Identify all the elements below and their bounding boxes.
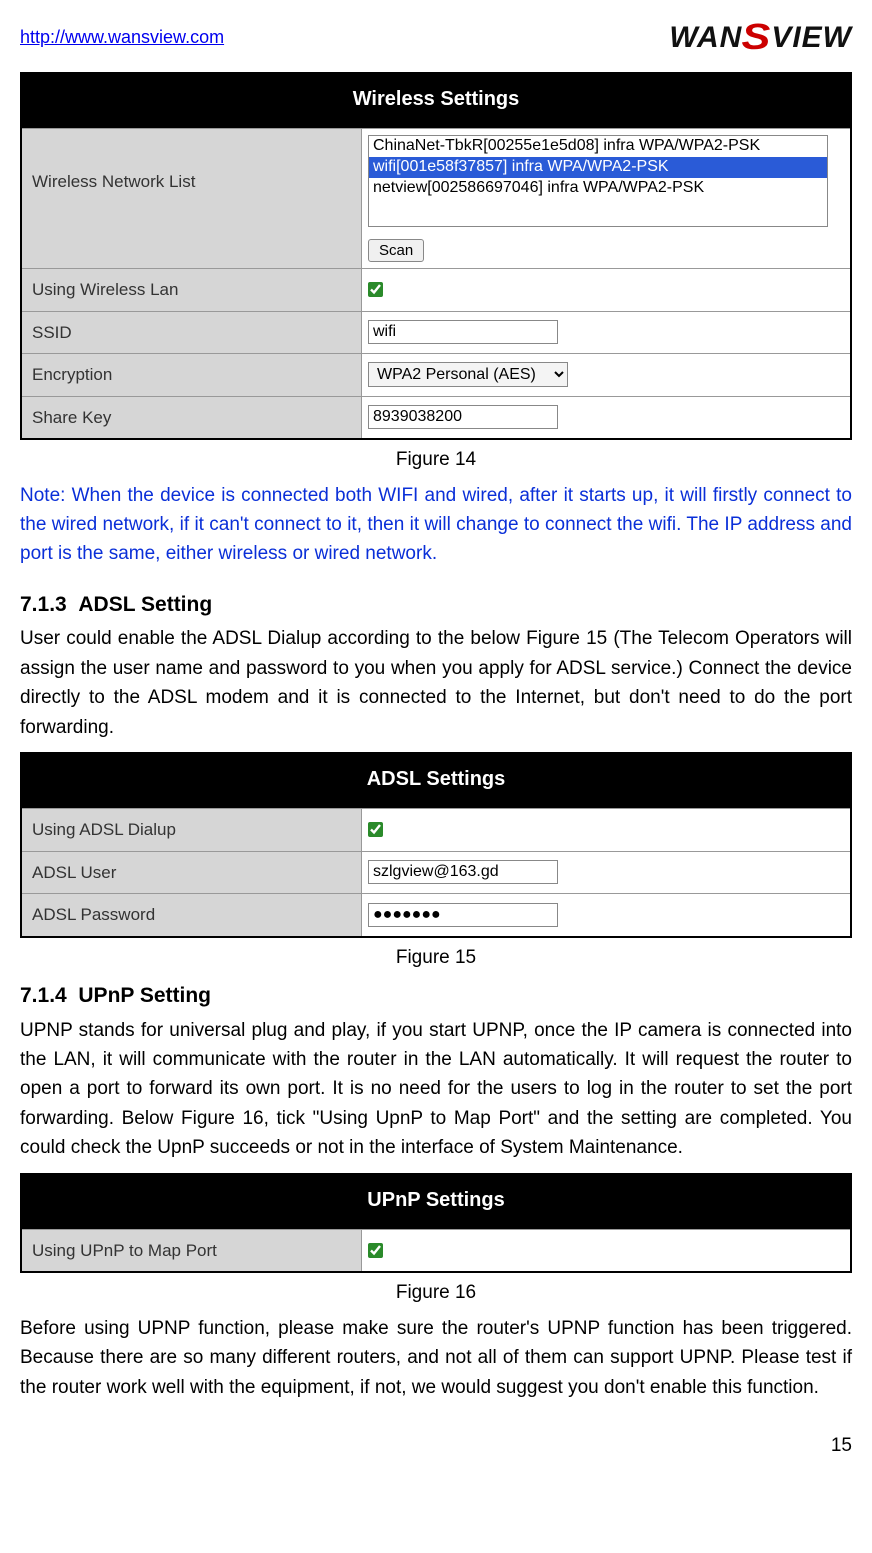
wifi-option-2[interactable]: netview[002586697046] infra WPA/WPA2-PSK — [369, 178, 827, 199]
figure-15-caption: Figure 15 — [20, 944, 852, 973]
wireless-settings-title: Wireless Settings — [22, 74, 850, 128]
ssid-value-cell — [362, 312, 850, 354]
wireless-network-list-label: Wireless Network List — [22, 129, 362, 268]
logo-s-swirl-icon: S — [742, 10, 772, 64]
upnp-settings-panel: UPnP Settings Using UPnP to Map Port — [20, 1173, 852, 1274]
adsl-password-input[interactable] — [368, 903, 558, 927]
upnp-paragraph-2: Before using UPNP function, please make … — [20, 1314, 852, 1402]
sharekey-input[interactable] — [368, 405, 558, 429]
wansview-logo: WAN S VIEW — [669, 10, 852, 64]
encryption-value-cell: WPA2 Personal (AES) — [362, 354, 850, 396]
wifi-option-1[interactable]: wifi[001e58f37857] infra WPA/WPA2-PSK — [369, 157, 827, 178]
using-wireless-label: Using Wireless Lan — [22, 269, 362, 311]
adsl-heading: 7.1.3 ADSL Setting — [20, 589, 852, 621]
logo-wan-text: WAN — [669, 15, 742, 60]
figure-16-caption: Figure 16 — [20, 1279, 852, 1308]
adsl-settings-panel: ADSL Settings Using ADSL Dialup ADSL Use… — [20, 752, 852, 938]
adsl-user-value-cell — [362, 852, 850, 894]
upnp-heading-title: UPnP Setting — [78, 984, 211, 1007]
figure-14-caption: Figure 14 — [20, 446, 852, 475]
adsl-password-label: ADSL Password — [22, 894, 362, 936]
upnp-settings-title: UPnP Settings — [22, 1175, 850, 1229]
adsl-heading-number: 7.1.3 — [20, 593, 67, 616]
wireless-settings-panel: Wireless Settings Wireless Network List … — [20, 72, 852, 440]
page-header: http://www.wansview.com WAN S VIEW — [20, 10, 852, 64]
wifi-option-0[interactable]: ChinaNet-TbkR[00255e1e5d08] infra WPA/WP… — [369, 136, 827, 157]
wireless-note-text: Note: When the device is connected both … — [20, 481, 852, 569]
using-adsl-label: Using ADSL Dialup — [22, 809, 362, 851]
using-upnp-value — [362, 1230, 850, 1272]
sharekey-label: Share Key — [22, 397, 362, 439]
using-wireless-checkbox[interactable] — [368, 282, 383, 297]
adsl-settings-title: ADSL Settings — [22, 754, 850, 808]
encryption-select[interactable]: WPA2 Personal (AES) — [368, 362, 568, 387]
using-adsl-value — [362, 809, 850, 851]
using-upnp-label: Using UPnP to Map Port — [22, 1230, 362, 1272]
adsl-paragraph: User could enable the ADSL Dialup accord… — [20, 624, 852, 742]
upnp-heading-number: 7.1.4 — [20, 984, 67, 1007]
site-url-link[interactable]: http://www.wansview.com — [20, 24, 224, 51]
using-adsl-checkbox[interactable] — [368, 822, 383, 837]
wireless-network-listbox[interactable]: ChinaNet-TbkR[00255e1e5d08] infra WPA/WP… — [368, 135, 828, 227]
sharekey-value-cell — [362, 397, 850, 439]
wireless-network-list-cell: ChinaNet-TbkR[00255e1e5d08] infra WPA/WP… — [362, 129, 850, 268]
using-wireless-value — [362, 269, 850, 311]
scan-button[interactable]: Scan — [368, 239, 424, 262]
ssid-input[interactable] — [368, 320, 558, 344]
adsl-password-value-cell — [362, 894, 850, 936]
adsl-user-input[interactable] — [368, 860, 558, 884]
upnp-heading: 7.1.4 UPnP Setting — [20, 980, 852, 1012]
encryption-label: Encryption — [22, 354, 362, 396]
upnp-paragraph-1: UPNP stands for universal plug and play,… — [20, 1016, 852, 1163]
adsl-user-label: ADSL User — [22, 852, 362, 894]
page-number: 15 — [20, 1432, 852, 1461]
logo-view-text: VIEW — [771, 15, 852, 60]
ssid-label: SSID — [22, 312, 362, 354]
adsl-heading-title: ADSL Setting — [78, 593, 212, 616]
using-upnp-checkbox[interactable] — [368, 1243, 383, 1258]
